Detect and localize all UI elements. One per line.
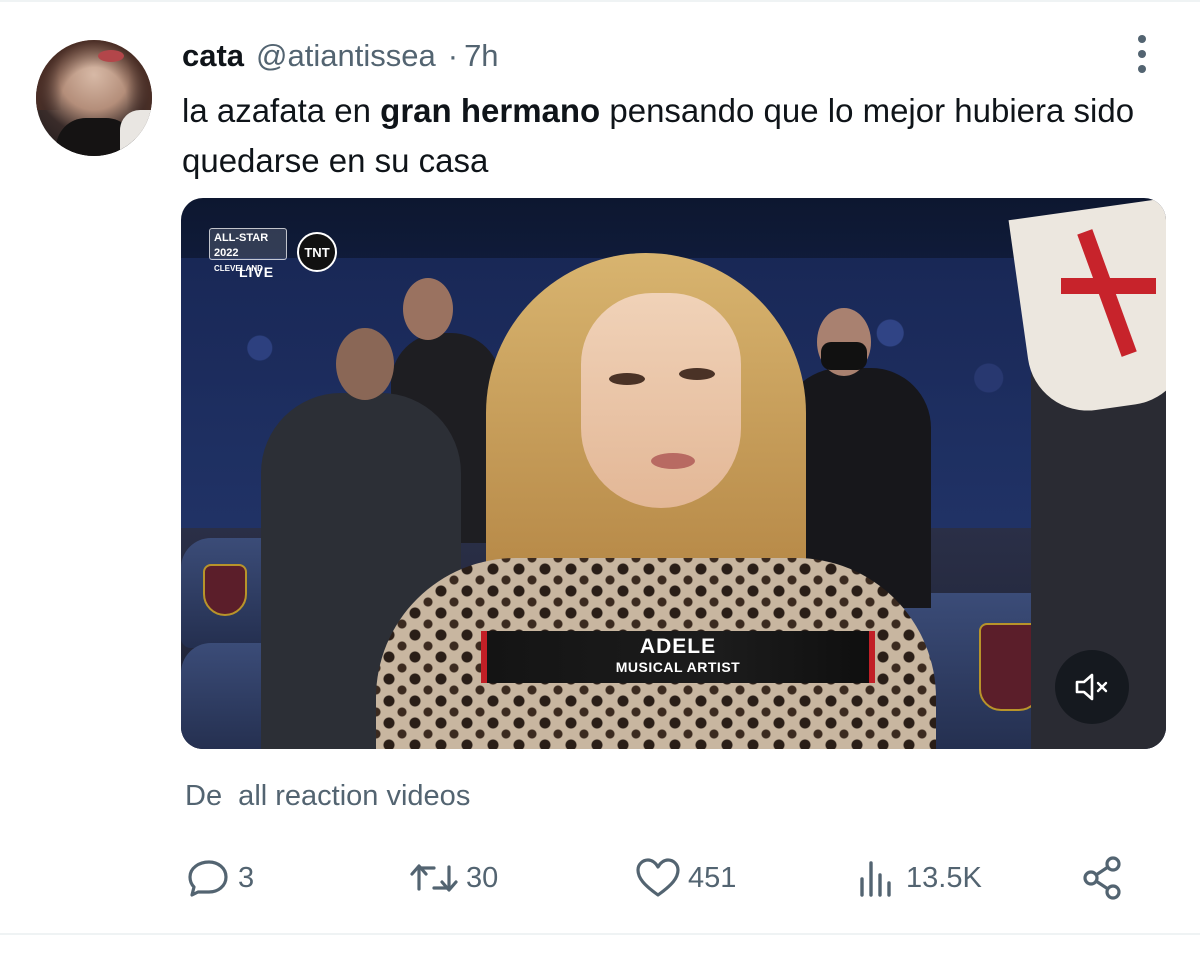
retweet-button[interactable]: 30 [408,848,498,908]
reply-button[interactable]: 3 [186,848,254,908]
reply-count: 3 [238,861,255,894]
caption-role: MUSICAL ARTIST [615,659,741,675]
tweet-header: cata @atiantissea · 7h [182,38,499,78]
bottom-divider [0,933,1200,935]
like-button[interactable]: 451 [634,848,736,908]
attribution-text[interactable]: De all reaction videos [185,780,470,813]
person-face [581,293,741,508]
tweet-text-part: la azafata en [182,92,381,129]
live-label: LIVE [239,264,275,280]
face-mask [821,342,867,370]
share-icon [1083,856,1121,900]
eye [609,373,645,385]
top-divider [0,0,1200,2]
mascot-mark [1061,278,1156,294]
allstar-badge: ALL-STAR 2022 CLEVELAND [209,228,287,273]
retweet-icon [410,864,458,892]
eye [679,368,715,380]
like-count: 451 [688,861,737,894]
speaker-muted-icon [1075,673,1108,701]
mute-button[interactable] [1055,650,1129,724]
timestamp[interactable]: 7h [464,38,498,74]
tnt-logo: TNT [297,232,337,272]
separator-dot: · [447,38,459,73]
spectator-head [403,278,453,340]
broadcast-bug: ALL-STAR 2022 CLEVELAND LIVE TNT [209,228,339,284]
views-icon [860,861,891,897]
avatar[interactable] [36,40,152,156]
video-player[interactable]: ALL-STAR 2022 CLEVELAND LIVE TNT ADELE M… [181,198,1166,749]
retweet-count: 30 [466,861,499,894]
display-name[interactable]: cata [182,38,244,74]
views-count: 13.5K [906,861,982,894]
user-handle[interactable]: @atiantissea [256,38,436,74]
heart-icon [636,858,680,897]
spectator-head [336,328,394,400]
cavaliers-logo [203,564,247,616]
tweet-text-bold: gran hermano [380,92,601,129]
reply-icon [188,860,228,897]
views-button[interactable]: 13.5K [856,848,982,908]
lips [651,453,695,469]
more-options-icon[interactable] [1124,34,1160,74]
caption-name: ADELE [639,635,717,658]
action-bar: 3 30 451 13.5K [182,848,1142,908]
lower-third-caption: ADELE MUSICAL ARTIST [481,631,875,683]
tweet-text: la azafata en gran hermano pensando que … [182,86,1182,186]
badge-line: ALL-STAR 2022 [214,232,269,259]
share-button[interactable] [1080,848,1126,908]
